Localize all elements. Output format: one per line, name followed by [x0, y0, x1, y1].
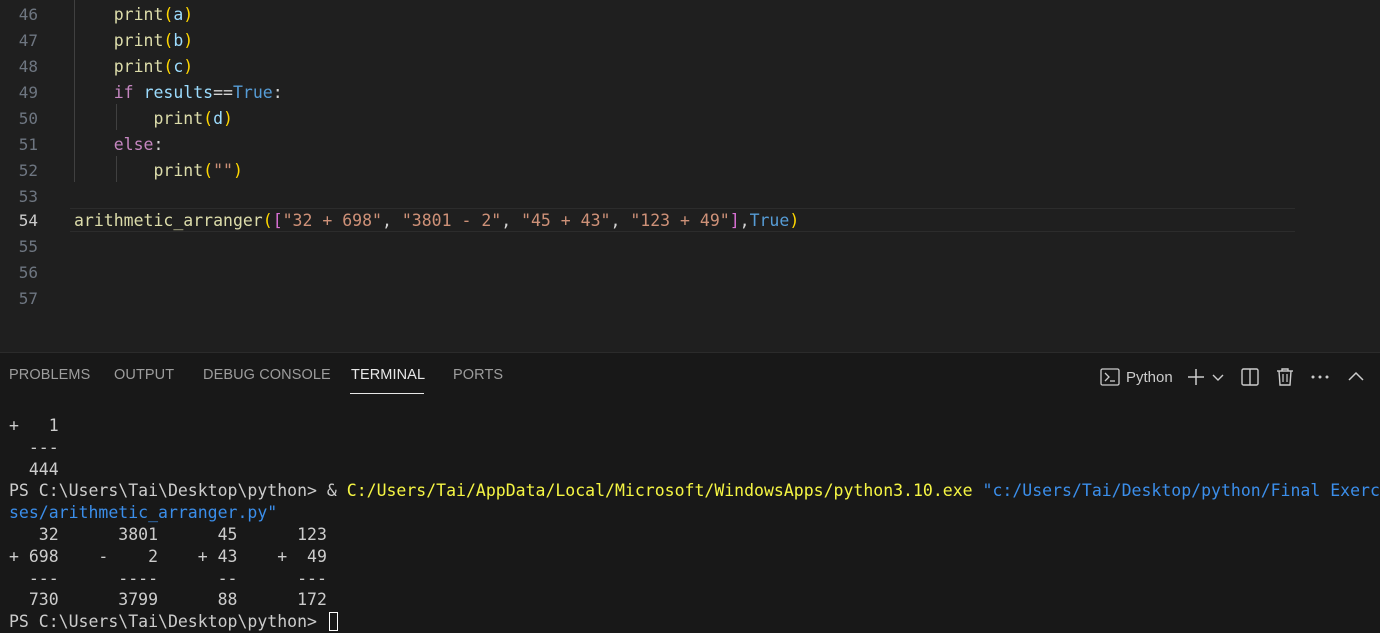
more-icon — [1310, 367, 1330, 387]
code-text[interactable]: arithmetic_arranger(["32 + 698", "3801 -… — [74, 208, 799, 234]
line-number: 57 — [18, 289, 38, 308]
tab-debug-console[interactable]: DEBUG CONSOLE — [203, 367, 331, 383]
terminal-selector[interactable]: Python — [1100, 365, 1173, 389]
line-number: 55 — [18, 237, 38, 256]
code-editor[interactable]: 46 print(a) 47 print(b) 48 print(c) 49 i… — [0, 0, 1380, 352]
plus-icon — [1186, 367, 1206, 387]
terminal-icon — [1100, 368, 1120, 386]
terminal-line: 444 — [9, 459, 59, 479]
code-line-active[interactable]: 54 arithmetic_arranger(["32 + 698", "380… — [0, 208, 1380, 234]
terminal-cursor — [328, 612, 338, 632]
line-number: 49 — [18, 83, 38, 102]
line-number: 56 — [18, 263, 38, 282]
line-number: 54 — [18, 211, 38, 230]
code-line[interactable]: 50 print(d) — [0, 106, 1380, 132]
line-number: 51 — [18, 135, 38, 154]
maximize-panel-button[interactable] — [1347, 365, 1365, 389]
command-operator: & — [326, 481, 347, 501]
command-argument: "c:/Users/Tai/Desktop/python/Final Exerc — [982, 481, 1380, 501]
trash-icon — [1275, 367, 1295, 387]
code-line[interactable]: 51 else: — [0, 132, 1380, 158]
code-line[interactable]: 57 — [0, 286, 1380, 312]
split-terminal-button[interactable] — [1240, 365, 1260, 389]
code-text[interactable]: print(b) — [74, 28, 193, 54]
terminal-line: 730 3799 88 172 — [9, 590, 327, 610]
terminal-prompt: PS C:\Users\Tai\Desktop\python> — [9, 612, 327, 632]
chevron-down-icon — [1211, 370, 1225, 384]
code-text[interactable]: print("") — [74, 158, 242, 184]
terminal-line: + 698 - 2 + 43 + 49 — [9, 546, 327, 566]
terminal-input-line[interactable]: PS C:\Users\Tai\Desktop\python> — [9, 611, 1380, 633]
terminal-command-line: PS C:\Users\Tai\Desktop\python> & C:/Use… — [9, 480, 1380, 502]
line-number: 46 — [18, 5, 38, 24]
code-line[interactable]: 48 print(c) — [0, 54, 1380, 80]
launch-profile-button[interactable] — [1211, 365, 1225, 389]
bottom-panel: PROBLEMS OUTPUT DEBUG CONSOLE TERMINAL P… — [0, 352, 1380, 633]
active-tab-indicator — [350, 393, 424, 394]
code-text[interactable]: print(a) — [74, 2, 193, 28]
tab-terminal[interactable]: TERMINAL — [351, 367, 425, 383]
code-line[interactable]: 47 print(b) — [0, 28, 1380, 54]
code-line[interactable]: 55 — [0, 234, 1380, 260]
panel-tab-bar: PROBLEMS OUTPUT DEBUG CONSOLE TERMINAL P… — [0, 353, 1380, 401]
code-line[interactable]: 53 — [0, 184, 1380, 210]
more-actions-button[interactable] — [1310, 365, 1330, 389]
chevron-up-icon — [1347, 368, 1365, 386]
code-text[interactable]: else: — [74, 132, 164, 158]
line-number: 53 — [18, 187, 38, 206]
terminal-name: Python — [1126, 368, 1173, 386]
code-line[interactable]: 49 if results==True: — [0, 80, 1380, 106]
terminal-line: + 1 — [9, 416, 59, 435]
line-number: 48 — [18, 57, 38, 76]
terminal-prompt: PS C:\Users\Tai\Desktop\python> — [9, 481, 327, 501]
command-argument-wrap: ses/arithmetic_arranger.py" — [9, 503, 278, 523]
line-number: 47 — [18, 31, 38, 50]
terminal-line: --- — [9, 437, 59, 457]
code-text[interactable]: print(d) — [74, 106, 232, 132]
tab-ports[interactable]: PORTS — [453, 367, 503, 383]
terminal-line: 32 3801 45 123 — [9, 524, 327, 544]
line-number: 52 — [18, 161, 38, 180]
code-text[interactable]: if results==True: — [74, 80, 283, 106]
split-icon — [1240, 367, 1260, 387]
code-line[interactable]: 52 print("") — [0, 158, 1380, 184]
code-line[interactable]: 56 — [0, 260, 1380, 286]
command-executable: C:/Users/Tai/AppData/Local/Microsoft/Win… — [346, 481, 973, 501]
terminal-output[interactable]: + 1 --- 444 PS C:\Users\Tai\Desktop\pytho… — [9, 415, 1380, 633]
code-text[interactable]: print(c) — [74, 54, 193, 80]
new-terminal-button[interactable] — [1186, 365, 1206, 389]
code-line[interactable]: 46 print(a) — [0, 2, 1380, 28]
tab-problems[interactable]: PROBLEMS — [9, 367, 90, 383]
terminal-line: --- ---- -- --- — [9, 568, 327, 588]
line-number: 50 — [18, 109, 38, 128]
tab-output[interactable]: OUTPUT — [114, 367, 174, 383]
kill-terminal-button[interactable] — [1275, 365, 1295, 389]
